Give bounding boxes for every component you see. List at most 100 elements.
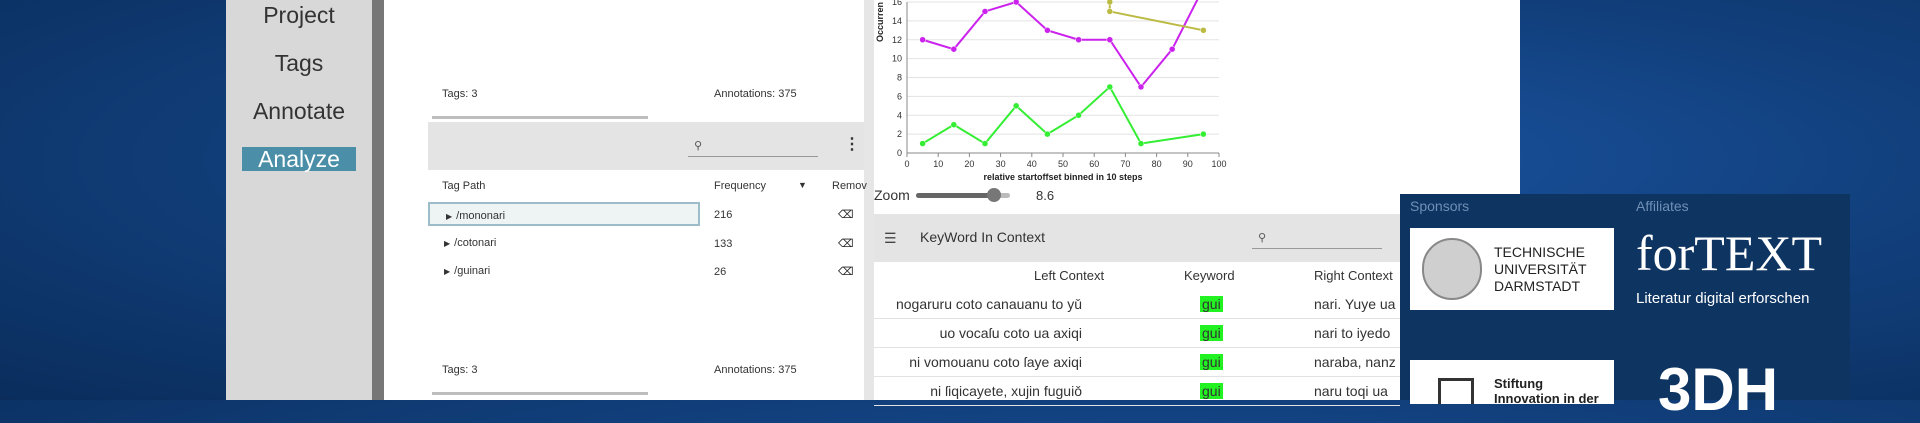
- tag-path-cell: ▶ /cotonari: [428, 231, 700, 255]
- x-tick-label: 80: [1152, 159, 1162, 169]
- x-tick-label: 0: [904, 159, 909, 169]
- stiftung-logo: Stiftung Innovation in der: [1410, 360, 1614, 406]
- nav-annotate[interactable]: Annotate: [226, 98, 372, 125]
- data-point: [1106, 0, 1114, 6]
- zoom-slider[interactable]: [916, 188, 1010, 202]
- zoom-value: 8.6: [1036, 188, 1055, 203]
- list-icon: ☰: [884, 230, 897, 246]
- data-point: [1168, 45, 1176, 53]
- x-tick-label: 100: [1211, 159, 1226, 169]
- x-tick-label: 30: [996, 159, 1006, 169]
- table-row[interactable]: ▶ /mononari 216 ⌫: [428, 202, 864, 228]
- tag-path-cell: ▶ /guinari: [428, 259, 700, 283]
- top-scrollbar[interactable]: [432, 116, 648, 119]
- nav-edge-strip: [372, 66, 384, 400]
- keyword-highlight: gui: [1200, 354, 1223, 370]
- top-tags-count: Tags: 3: [442, 88, 478, 100]
- tud-line: UNIVERSITÄT: [1494, 261, 1587, 277]
- zoom-label: Zoom: [874, 187, 910, 203]
- x-tick-label: 10: [933, 159, 943, 169]
- header-keyword[interactable]: Keyword: [1184, 268, 1235, 283]
- tu-darmstadt-logo: TECHNISCHE UNIVERSITÄT DARMSTADT: [1410, 228, 1614, 310]
- x-tick-label: 90: [1183, 159, 1193, 169]
- frequency-cell: 216: [714, 209, 733, 221]
- y-tick-label: 10: [892, 54, 902, 64]
- stiftung-line: Innovation in der: [1494, 391, 1599, 406]
- nav-tags[interactable]: Tags: [226, 50, 372, 77]
- header-right-context[interactable]: Right Context: [1314, 268, 1393, 283]
- header-tag-path[interactable]: Tag Path: [442, 180, 485, 192]
- y-tick-label: 4: [897, 110, 902, 120]
- left-context: uo vocaſu coto ua axiqi: [939, 325, 1082, 341]
- data-point: [981, 140, 989, 147]
- left-context: ni vomouanu coto ſaye axiqi: [909, 354, 1082, 370]
- tag-path-label: /mononari: [456, 210, 506, 222]
- series-line: [922, 0, 1199, 89]
- data-point: [1044, 130, 1051, 138]
- nav-analyze[interactable]: Analyze: [242, 147, 356, 171]
- table-row[interactable]: ▶ /guinari 26 ⌫: [428, 259, 864, 285]
- data-point: [950, 45, 958, 53]
- expand-icon[interactable]: ▶: [444, 267, 450, 276]
- data-point: [1075, 112, 1082, 119]
- occurrence-line-chart: 0 2 4 6 8 10 12 14 16 0 10 20 30 40 50 60 70 80 90 100 relat…: [875, 0, 1227, 182]
- frequency-cell: 26: [714, 266, 727, 278]
- stiftung-line: Stiftung: [1494, 376, 1544, 391]
- search-icon: ⚲: [694, 140, 703, 152]
- y-tick-label: 8: [897, 73, 902, 83]
- kwic-row[interactable]: uo vocaſu coto ua axiqi gui nari to iyed…: [874, 319, 1400, 348]
- header-frequency[interactable]: Frequency: [714, 180, 766, 192]
- tags-count: Tags: 3: [442, 364, 478, 376]
- sort-down-icon[interactable]: ▼: [798, 180, 807, 190]
- header-remove: Remov: [832, 180, 867, 192]
- sponsors-panel: Sponsors Affiliates TECHNISCHE UNIVERSIT…: [1400, 194, 1850, 420]
- tag-search-input[interactable]: ⚲: [688, 136, 818, 157]
- kwic-search-input[interactable]: ⚲: [1252, 228, 1382, 249]
- frequency-cell: 133: [714, 238, 733, 250]
- expand-icon[interactable]: ▶: [446, 212, 452, 221]
- annotations-count: Annotations: 375: [714, 364, 797, 376]
- tud-text: TECHNISCHE UNIVERSITÄT DARMSTADT: [1494, 244, 1587, 295]
- fortext-logo: forTEXT: [1636, 225, 1823, 281]
- panel-gutter: [864, 0, 874, 400]
- x-tick-label: 70: [1120, 159, 1130, 169]
- tag-path-label: /cotonari: [454, 237, 497, 249]
- sponsors-label: Sponsors: [1410, 198, 1470, 214]
- keyword-highlight: gui: [1200, 325, 1223, 341]
- affiliates-label: Affiliates: [1636, 198, 1689, 214]
- kwic-row[interactable]: ni vomouanu coto ſaye axiqi gui naraba, …: [874, 348, 1400, 377]
- data-point: [919, 36, 926, 43]
- building-icon: [1438, 378, 1474, 404]
- tag-path-cell: ▶ /mononari: [428, 202, 700, 226]
- fortext-subtitle: Literatur digital erforschen: [1636, 290, 1810, 307]
- top-annotations-count: Annotations: 375: [714, 88, 797, 100]
- tud-line: TECHNISCHE: [1494, 244, 1586, 260]
- nav-project[interactable]: Project: [226, 2, 372, 29]
- zoom-slider-handle[interactable]: [987, 188, 1002, 202]
- keyword-highlight: gui: [1200, 383, 1223, 399]
- data-point: [1106, 36, 1114, 43]
- right-context: naraba, nanz: [1314, 354, 1396, 370]
- table-row[interactable]: ▶ /cotonari 133 ⌫: [428, 231, 864, 257]
- bottom-scrollbar[interactable]: [432, 392, 648, 395]
- expand-icon[interactable]: ▶: [444, 239, 450, 248]
- keyword-highlight: gui: [1200, 296, 1223, 312]
- data-point: [1200, 27, 1207, 34]
- data-point: [919, 140, 926, 147]
- right-context: nari. Yuye ua: [1314, 296, 1396, 312]
- header-left-context[interactable]: Left Context: [1034, 268, 1104, 283]
- y-tick-label: 16: [892, 0, 902, 7]
- 3dh-logo: 3DH: [1658, 356, 1779, 423]
- data-point: [981, 8, 989, 15]
- more-options-icon[interactable]: ⋮: [844, 134, 860, 154]
- x-tick-label: 40: [1027, 159, 1037, 169]
- tud-line: DARMSTADT: [1494, 278, 1581, 294]
- kwic-row[interactable]: ni ſiqicayete, xujin fuguiǒ gui naru toq…: [874, 377, 1400, 406]
- eraser-icon[interactable]: ⌫: [838, 231, 854, 257]
- kwic-row[interactable]: nogaruru coto canauanu to yǔ gui nari. Y…: [874, 290, 1400, 319]
- y-tick-label: 6: [897, 91, 902, 101]
- x-tick-label: 20: [964, 159, 974, 169]
- eraser-icon[interactable]: ⌫: [838, 259, 854, 285]
- eraser-icon[interactable]: ⌫: [838, 202, 854, 228]
- main-nav: Project Tags Annotate Analyze: [226, 0, 372, 400]
